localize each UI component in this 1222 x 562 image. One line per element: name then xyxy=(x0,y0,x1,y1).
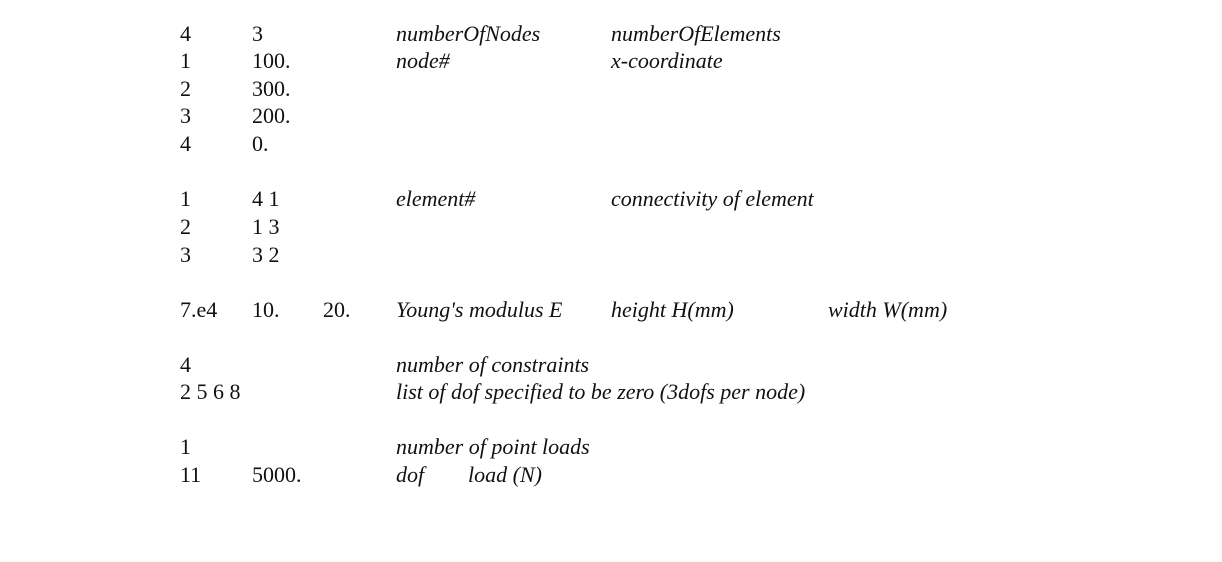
node-x: 200. xyxy=(252,103,291,128)
node-row: 1 100. node# x-coordinate xyxy=(0,47,1222,75)
loads-count-line: 1 number of point loads xyxy=(0,433,1222,461)
node-id: 2 xyxy=(180,76,191,101)
constraints-count-line: 4 number of constraints xyxy=(0,351,1222,379)
node-row: 3 200. xyxy=(0,102,1222,130)
element-row: 1 4 1 element# connectivity of element xyxy=(0,185,1222,213)
node-row: 4 0. xyxy=(0,130,1222,158)
load-magnitude-label: load (N) xyxy=(468,462,542,487)
height-label: height H(mm) xyxy=(611,297,734,322)
element-id: 3 xyxy=(180,242,191,267)
load-dof-value: 11 xyxy=(180,462,202,487)
load-line: 11 5000. dof load (N) xyxy=(0,461,1222,489)
youngs-modulus-value: 7.e4 xyxy=(180,297,218,322)
load-dof-label: dof xyxy=(396,462,425,487)
element-label: element# xyxy=(396,186,476,211)
element-id: 2 xyxy=(180,214,191,239)
num-elements-label: numberOfElements xyxy=(611,21,781,46)
node-id: 4 xyxy=(180,131,191,156)
node-id: 3 xyxy=(180,103,191,128)
constraints-list-line: 2 5 6 8 list of dof specified to be zero… xyxy=(0,378,1222,406)
node-x: 300. xyxy=(252,76,291,101)
num-elements-value: 3 xyxy=(252,21,263,46)
material-line: 7.e4 10. 20. Young's modulus E height H(… xyxy=(0,296,1222,324)
connectivity-label: connectivity of element xyxy=(611,186,814,211)
input-file-document: 4 3 numberOfNodes numberOfElements 1 100… xyxy=(0,0,1222,562)
element-connectivity: 1 3 xyxy=(252,214,280,239)
num-nodes-label: numberOfNodes xyxy=(396,21,541,46)
element-connectivity: 3 2 xyxy=(252,242,280,267)
constraints-count-value: 4 xyxy=(180,352,191,377)
constraints-list-value: 2 5 6 8 xyxy=(180,379,241,404)
node-row: 2 300. xyxy=(0,75,1222,103)
loads-count-label: number of point loads xyxy=(396,434,590,459)
coord-label: x-coordinate xyxy=(611,48,723,73)
node-label: node# xyxy=(396,48,450,73)
element-id: 1 xyxy=(180,186,191,211)
num-nodes-value: 4 xyxy=(180,21,191,46)
height-value: 10. xyxy=(252,297,280,322)
load-magnitude-value: 5000. xyxy=(252,462,302,487)
youngs-modulus-label: Young's modulus E xyxy=(396,297,563,322)
element-connectivity: 4 1 xyxy=(252,186,280,211)
node-id: 1 xyxy=(180,48,191,73)
constraints-list-label: list of dof specified to be zero (3dofs … xyxy=(396,379,806,404)
width-label: width W(mm) xyxy=(828,297,948,322)
header-line: 4 3 numberOfNodes numberOfElements xyxy=(0,20,1222,48)
width-value: 20. xyxy=(323,297,351,322)
loads-count-value: 1 xyxy=(180,434,191,459)
constraints-count-label: number of constraints xyxy=(396,352,590,377)
element-row: 3 3 2 xyxy=(0,241,1222,269)
node-x: 0. xyxy=(252,131,269,156)
element-row: 2 1 3 xyxy=(0,213,1222,241)
node-x: 100. xyxy=(252,48,291,73)
